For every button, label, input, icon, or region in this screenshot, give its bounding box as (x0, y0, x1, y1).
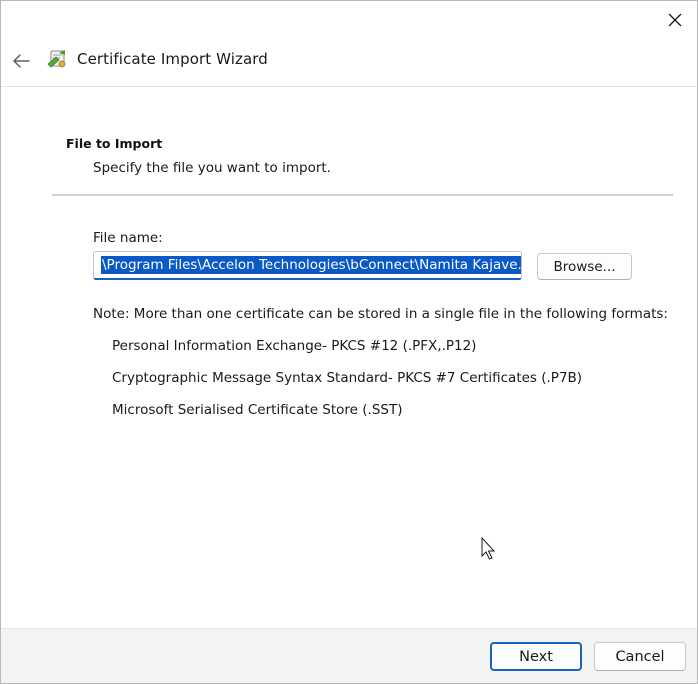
cancel-button[interactable]: Cancel (594, 642, 686, 671)
wizard-footer: Next Cancel (1, 628, 697, 683)
file-name-label: File name: (93, 230, 163, 246)
page-heading: File to Import (66, 136, 163, 151)
certificate-icon (47, 50, 66, 68)
back-button[interactable] (9, 49, 33, 73)
file-name-value: \Program Files\Accelon Technologies\bCon… (101, 256, 521, 274)
wizard-title: Certificate Import Wizard (77, 50, 268, 68)
format-item-sst: Microsoft Serialised Certificate Store (… (112, 402, 403, 418)
title-bar: Certificate Import Wizard (1, 1, 697, 87)
back-arrow-icon (13, 54, 30, 68)
format-item-pfx: Personal Information Exchange- PKCS #12 … (112, 338, 477, 354)
header-divider (52, 194, 673, 196)
certificate-import-wizard-window: Certificate Import Wizard File to Import… (0, 0, 698, 684)
formats-note: Note: More than one certificate can be s… (93, 306, 668, 322)
mouse-cursor-icon (481, 537, 496, 560)
page-subheading: Specify the file you want to import. (93, 160, 331, 176)
close-icon (668, 13, 682, 27)
next-button[interactable]: Next (490, 642, 582, 671)
format-item-p7b: Cryptographic Message Syntax Standard- P… (112, 370, 583, 386)
close-button[interactable] (659, 6, 691, 34)
file-name-input[interactable]: \Program Files\Accelon Technologies\bCon… (93, 251, 522, 280)
browse-button[interactable]: Browse... (537, 253, 632, 280)
